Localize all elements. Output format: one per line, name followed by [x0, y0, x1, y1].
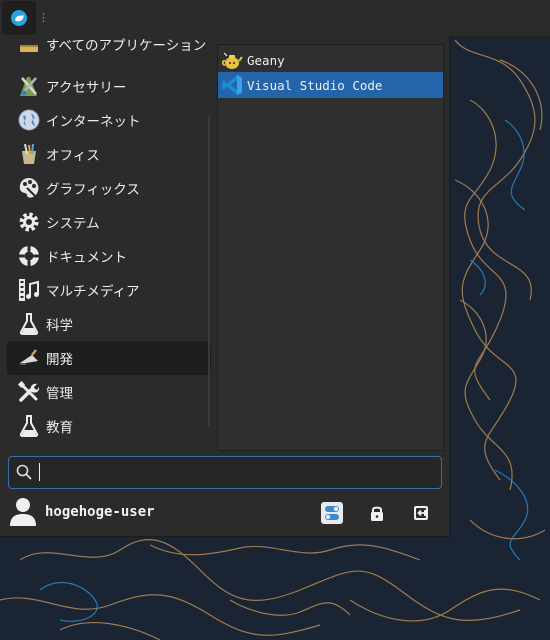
- category-office[interactable]: オフィス: [7, 137, 211, 171]
- user-name: hogehoge-user: [45, 504, 155, 520]
- category-list: すべてのアプリケーション アクセサリー インターネット オフィス グラフィックス: [0, 36, 215, 446]
- category-science[interactable]: 科学: [7, 307, 211, 341]
- category-label: グラフィックス: [46, 182, 140, 198]
- category-administration[interactable]: 管理: [7, 375, 211, 409]
- category-label: マルチメディア: [46, 284, 140, 300]
- lock-icon: [371, 506, 383, 521]
- app-item-geany[interactable]: Geany: [218, 47, 443, 73]
- category-accessories[interactable]: アクセサリー: [7, 69, 211, 103]
- category-label: インターネット: [46, 114, 141, 130]
- category-label: システム: [46, 216, 100, 232]
- globe-icon: [16, 107, 42, 133]
- flask-icon: [16, 413, 42, 439]
- search-input[interactable]: [43, 460, 437, 486]
- app-label: Visual Studio Code: [247, 77, 383, 93]
- logout-icon: [414, 506, 428, 520]
- logout-button[interactable]: [410, 502, 432, 524]
- user-avatar-icon: [10, 498, 36, 526]
- category-development[interactable]: 開発: [7, 341, 211, 375]
- whisker-menu: すべてのアプリケーション アクセサリー インターネット オフィス グラフィックス: [0, 36, 450, 537]
- gear-icon: [16, 209, 42, 235]
- all-apps-icon: [16, 36, 42, 57]
- category-label: アクセサリー: [46, 80, 127, 96]
- category-label: 科学: [46, 318, 73, 334]
- applications-menu-button[interactable]: [2, 1, 36, 35]
- text-caret: [39, 463, 40, 481]
- app-label: Geany: [247, 52, 285, 68]
- geany-teapot-icon: [221, 49, 243, 71]
- flask-icon: [16, 311, 42, 337]
- accessories-icon: [16, 73, 42, 99]
- category-scrollbar[interactable]: [208, 116, 210, 426]
- category-all-applications[interactable]: すべてのアプリケーション: [7, 36, 211, 61]
- panel-separator: ⋮: [38, 11, 49, 24]
- app-item-vscode[interactable]: Visual Studio Code: [218, 72, 443, 98]
- tools-icon: [16, 379, 42, 405]
- settings-toggle-icon: [325, 506, 339, 520]
- category-label: 開発: [46, 352, 73, 368]
- film-music-icon: [16, 277, 42, 303]
- category-label: 教育: [46, 420, 73, 436]
- xfce-whiskers-icon: [11, 10, 27, 26]
- application-list: Geany Visual Studio Code: [217, 44, 444, 451]
- search-box[interactable]: [8, 456, 442, 489]
- category-label: 管理: [46, 386, 73, 402]
- category-internet[interactable]: インターネット: [7, 103, 211, 137]
- vscode-icon: [221, 74, 243, 96]
- category-documents[interactable]: ドキュメント: [7, 239, 211, 273]
- search-icon: [16, 464, 32, 480]
- settings-manager-button[interactable]: [321, 502, 343, 524]
- lock-screen-button[interactable]: [366, 502, 388, 524]
- category-graphics[interactable]: グラフィックス: [7, 171, 211, 205]
- office-icon: [16, 141, 42, 167]
- category-system[interactable]: システム: [7, 205, 211, 239]
- category-education[interactable]: 教育: [7, 409, 211, 443]
- graphics-palette-icon: [16, 175, 42, 201]
- category-label: すべてのアプリケーション: [46, 38, 207, 54]
- trowel-icon: [16, 345, 42, 371]
- top-panel: ⋮: [0, 0, 550, 37]
- category-label: ドキュメント: [46, 250, 127, 266]
- lifebuoy-icon: [16, 243, 42, 269]
- category-label: オフィス: [46, 148, 100, 164]
- category-multimedia[interactable]: マルチメディア: [7, 273, 211, 307]
